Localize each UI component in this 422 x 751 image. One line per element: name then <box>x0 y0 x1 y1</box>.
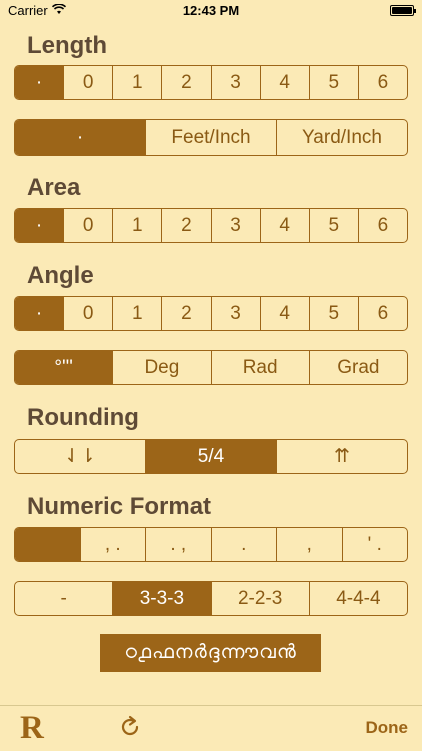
separator-control[interactable]: , . . , . , ' . <box>14 527 408 562</box>
length-precision-option[interactable]: 1 <box>112 66 161 99</box>
length-precision-option[interactable]: 3 <box>210 66 260 99</box>
length-precision-option[interactable]: 4 <box>259 66 309 99</box>
area-heading: Area <box>27 174 81 201</box>
grouping-option[interactable]: 4-4-4 <box>308 582 407 615</box>
angle-precision-control[interactable]: · 0 1 2 3 4 5 6 <box>14 296 408 331</box>
length-heading: Length <box>27 32 107 59</box>
separator-option[interactable]: , . <box>79 528 146 561</box>
numeric-format-heading: Numeric Format <box>27 493 212 520</box>
rounding-half-option[interactable]: 5/4 <box>145 440 276 473</box>
refresh-icon[interactable] <box>118 715 142 739</box>
numeral-style-button[interactable]: ഠ൧ഫനർദ്ദന്നൗവൻ <box>100 634 321 672</box>
angle-unit-control[interactable]: °''' Deg Rad Grad <box>14 350 408 385</box>
length-precision-option[interactable]: 2 <box>161 66 210 99</box>
angle-unit-option[interactable]: °''' <box>15 351 113 384</box>
grouping-control[interactable]: - 3-3-3 2-2-3 4-4-4 <box>14 581 408 616</box>
angle-unit-option[interactable]: Deg <box>112 351 210 384</box>
area-precision-option[interactable]: 3 <box>210 209 260 242</box>
angle-precision-option[interactable]: 2 <box>161 297 210 330</box>
separator-option[interactable]: , <box>276 528 342 561</box>
angle-precision-option[interactable]: · <box>15 297 64 330</box>
area-precision-option[interactable]: 5 <box>308 209 358 242</box>
grouping-option[interactable]: - <box>15 582 112 615</box>
area-precision-option[interactable]: 0 <box>63 209 112 242</box>
angle-precision-option[interactable]: 6 <box>357 297 407 330</box>
area-precision-option[interactable]: 2 <box>161 209 210 242</box>
area-precision-option[interactable]: 1 <box>112 209 161 242</box>
area-precision-option[interactable]: 4 <box>259 209 309 242</box>
grouping-option[interactable]: 2-2-3 <box>210 582 309 615</box>
status-bar: Carrier 12:43 PM <box>0 0 422 22</box>
rounding-heading: Rounding <box>27 404 139 431</box>
bottom-toolbar: R Done <box>0 705 422 751</box>
battery-icon <box>390 5 416 16</box>
grouping-option[interactable]: 3-3-3 <box>112 582 211 615</box>
area-precision-option[interactable]: 6 <box>357 209 407 242</box>
app-logo: R <box>20 710 44 746</box>
angle-precision-option[interactable]: 4 <box>259 297 309 330</box>
rounding-control[interactable]: ⇃⇂ 5/4 ⇈ <box>14 439 408 474</box>
length-precision-option[interactable]: 5 <box>308 66 358 99</box>
separator-option[interactable]: . , <box>145 528 211 561</box>
clock: 12:43 PM <box>182 3 240 18</box>
angle-precision-option[interactable]: 3 <box>210 297 260 330</box>
length-precision-option[interactable]: 0 <box>63 66 112 99</box>
done-button[interactable]: Done <box>366 718 409 738</box>
length-unit-option[interactable]: Feet/Inch <box>145 120 276 155</box>
length-precision-option[interactable]: 6 <box>357 66 407 99</box>
angle-unit-option[interactable]: Rad <box>210 351 309 384</box>
length-unit-option[interactable]: Yard/Inch <box>276 120 407 155</box>
separator-option[interactable] <box>15 528 80 561</box>
area-precision-control[interactable]: · 0 1 2 3 4 5 6 <box>14 208 408 243</box>
separator-option[interactable]: . <box>210 528 277 561</box>
angle-heading: Angle <box>27 262 94 289</box>
angle-precision-option[interactable]: 0 <box>63 297 112 330</box>
separator-option[interactable]: ' . <box>341 528 408 561</box>
length-precision-option[interactable]: · <box>15 66 64 99</box>
length-unit-control[interactable]: · Feet/Inch Yard/Inch <box>14 119 408 156</box>
rounding-up-option[interactable]: ⇈ <box>276 440 407 473</box>
area-precision-option[interactable]: · <box>15 209 64 242</box>
length-precision-control[interactable]: · 0 1 2 3 4 5 6 <box>14 65 408 100</box>
angle-precision-option[interactable]: 1 <box>112 297 161 330</box>
rounding-down-option[interactable]: ⇃⇂ <box>15 440 145 473</box>
angle-unit-option[interactable]: Grad <box>308 351 407 384</box>
angle-precision-option[interactable]: 5 <box>308 297 358 330</box>
length-unit-option[interactable]: · <box>15 120 145 155</box>
